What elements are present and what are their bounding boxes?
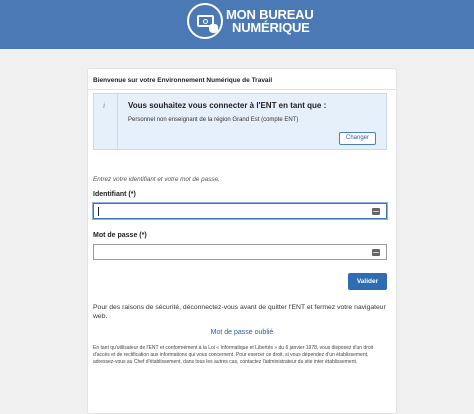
keyboard-icon[interactable] [372, 249, 380, 256]
forgot-password-link[interactable]: Mot de passe oublié [88, 329, 396, 336]
text-caret [98, 207, 99, 216]
info-icon: i [103, 102, 106, 110]
logo-text[interactable]: MON BUREAU NUMÉRIQUE [226, 8, 314, 34]
info-separator [117, 94, 118, 149]
logo-icon[interactable] [187, 3, 223, 39]
password-label: Mot de passe (*) [93, 232, 147, 239]
login-card: Bienvenue sur votre Environnement Numéri… [87, 68, 397, 414]
profile-question: Vous souhaitez vous connecter à l'ENT en… [128, 101, 327, 110]
change-profile-button[interactable]: Changer [339, 132, 376, 145]
header-bar: MON BUREAU NUMÉRIQUE [0, 0, 474, 49]
submit-button[interactable]: Valider [348, 273, 387, 290]
touch-dot-icon [203, 19, 208, 24]
selected-profile: Personnel non enseignant de la région Gr… [128, 117, 299, 123]
security-notice: Pour des raisons de sécurité, déconnecte… [93, 304, 386, 320]
keyboard-icon[interactable] [372, 208, 380, 215]
logo-line-2: NUMÉRIQUE [232, 20, 310, 35]
legal-notice: En tant qu'utilisateur de l'ENT et confo… [93, 345, 374, 366]
hand-icon [209, 24, 218, 33]
username-label: Identifiant (*) [93, 191, 136, 198]
profile-info-box: i Vous souhaitez vous connecter à l'ENT … [93, 93, 387, 150]
welcome-title: Bienvenue sur votre Environnement Numéri… [93, 77, 273, 84]
divider [88, 89, 396, 90]
login-hint: Entrez votre identifiant et votre mot de… [93, 176, 220, 183]
username-input[interactable] [93, 203, 387, 219]
password-input[interactable] [93, 244, 387, 260]
